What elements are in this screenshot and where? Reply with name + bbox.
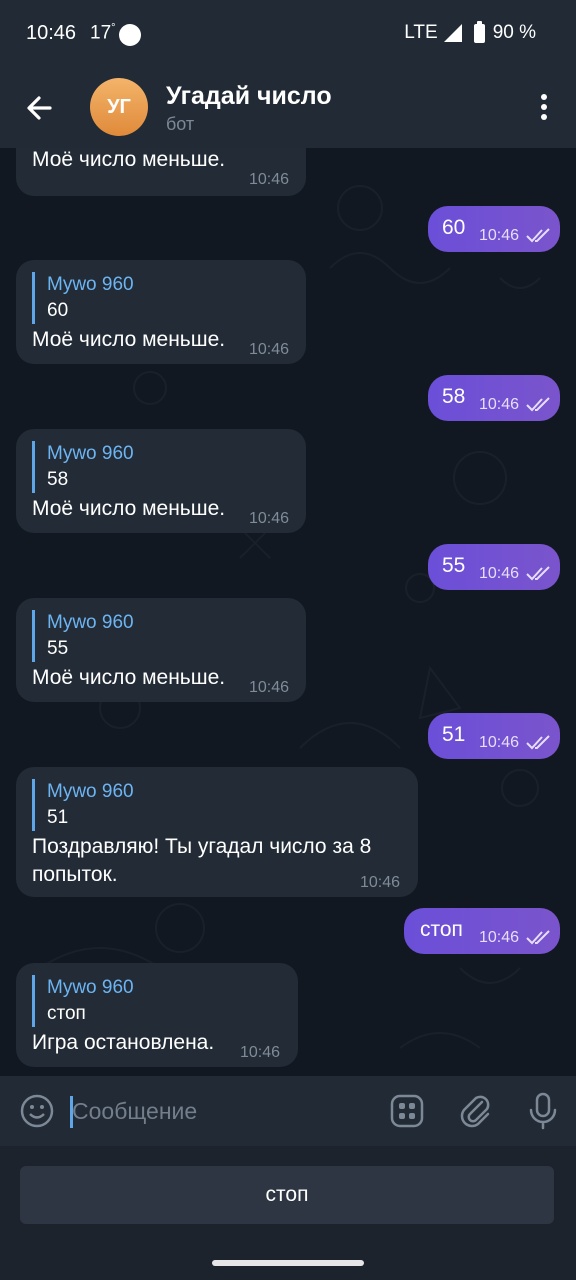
- double-check-icon: [526, 397, 550, 412]
- reply-author: Mywo 960: [47, 443, 134, 464]
- double-check-icon: [526, 930, 550, 945]
- chat-header: УГ Угадай число бот: [0, 68, 576, 148]
- reply-quote: Mywo 960 51: [32, 779, 134, 831]
- message-text: 51: [442, 723, 466, 746]
- message-outgoing[interactable]: 55 10:46: [428, 544, 560, 590]
- signal-icon: [443, 24, 462, 42]
- reply-author: Mywo 960: [47, 274, 134, 295]
- message-outgoing[interactable]: 58 10:46: [428, 375, 560, 421]
- message-text: Моё число меньше.: [32, 497, 226, 520]
- status-temperature: 17°: [90, 22, 116, 44]
- reply-text: 51: [47, 807, 69, 828]
- message-incoming[interactable]: 60 Моё число меньше. 10:46: [16, 148, 306, 196]
- message-text-line1: Поздравляю! Ты угадал число за 8: [32, 835, 372, 858]
- message-time: 10:46: [360, 874, 401, 891]
- back-arrow-icon[interactable]: [20, 88, 60, 128]
- double-check-icon: [526, 566, 550, 581]
- message-text: 60: [442, 216, 466, 239]
- status-right: LTE 90 %: [404, 20, 536, 44]
- notification-dot-icon: [119, 24, 141, 46]
- reply-quote: Mywo 960 58: [32, 441, 134, 493]
- double-check-icon: [526, 228, 550, 243]
- avatar[interactable]: УГ: [90, 78, 148, 136]
- keyboard-button-stop[interactable]: стоп: [20, 1166, 554, 1224]
- message-text: Моё число меньше.: [32, 328, 226, 351]
- double-check-icon: [526, 735, 550, 750]
- message-text: Игра остановлена.: [32, 1031, 215, 1054]
- attach-icon[interactable]: [458, 1092, 492, 1128]
- message-time: 10:46: [479, 734, 520, 751]
- status-time: 10:46: [26, 22, 77, 44]
- reply-text: 55: [47, 638, 69, 659]
- message-outgoing[interactable]: 60 10:46: [428, 206, 560, 252]
- chat-messages[interactable]: 60 Моё число меньше. 10:46 60 10:46 Mywo…: [0, 148, 576, 1076]
- message-time: 10:46: [249, 171, 290, 188]
- message-incoming[interactable]: Mywo 960 58 Моё число меньше. 10:46: [16, 429, 306, 533]
- reply-author: Mywo 960: [47, 612, 134, 633]
- message-time: 10:46: [479, 929, 520, 946]
- message-outgoing[interactable]: 51 10:46: [428, 713, 560, 759]
- network-type: LTE: [404, 22, 438, 43]
- message-incoming[interactable]: Mywo 960 стоп Игра остановлена. 10:46: [16, 963, 298, 1067]
- home-indicator[interactable]: [212, 1260, 364, 1266]
- chat-title[interactable]: Угадай число: [166, 82, 332, 111]
- reply-text: 58: [47, 469, 69, 490]
- message-text: Моё число меньше.: [32, 666, 226, 689]
- message-input-bar: Сообщение: [0, 1076, 576, 1146]
- message-time: 10:46: [249, 510, 290, 527]
- reply-author: Mywo 960: [47, 977, 134, 998]
- bot-keyboard: стоп: [0, 1146, 576, 1280]
- reply-text: стоп: [47, 1003, 86, 1024]
- reply-quote: Mywo 960 55: [32, 610, 134, 662]
- battery-icon: [473, 20, 485, 43]
- bot-commands-icon[interactable]: [390, 1094, 424, 1128]
- message-time: 10:46: [479, 565, 520, 582]
- message-incoming[interactable]: Mywo 960 51 Поздравляю! Ты угадал число …: [16, 767, 418, 897]
- emoji-icon[interactable]: [20, 1094, 54, 1128]
- message-text: 55: [442, 554, 466, 577]
- battery-percent: 90 %: [492, 22, 536, 43]
- message-incoming[interactable]: Mywo 960 60 Моё число меньше. 10:46: [16, 260, 306, 364]
- message-time: 10:46: [240, 1044, 281, 1061]
- message-text: 58: [442, 385, 466, 408]
- message-text-line2: попыток.: [32, 863, 118, 886]
- reply-author: Mywo 960: [47, 781, 134, 802]
- message-time: 10:46: [479, 396, 520, 413]
- reply-text: 60: [47, 300, 69, 321]
- message-time: 10:46: [249, 679, 290, 696]
- more-vert-icon[interactable]: [534, 94, 554, 124]
- message-outgoing[interactable]: стоп 10:46: [404, 908, 560, 954]
- message-time: 10:46: [249, 341, 290, 358]
- chat-subtitle: бот: [166, 114, 195, 134]
- reply-quote: Mywo 960 стоп: [32, 975, 134, 1027]
- message-incoming[interactable]: Mywo 960 55 Моё число меньше. 10:46: [16, 598, 306, 702]
- message-text: стоп: [420, 918, 463, 941]
- message-input[interactable]: Сообщение: [72, 1098, 197, 1125]
- mic-icon[interactable]: [526, 1092, 560, 1130]
- reply-quote: Mywo 960 60: [32, 272, 134, 324]
- status-bar: 10:46 17° LTE 90 %: [0, 0, 576, 68]
- message-time: 10:46: [479, 227, 520, 244]
- message-text: Моё число меньше.: [32, 148, 226, 171]
